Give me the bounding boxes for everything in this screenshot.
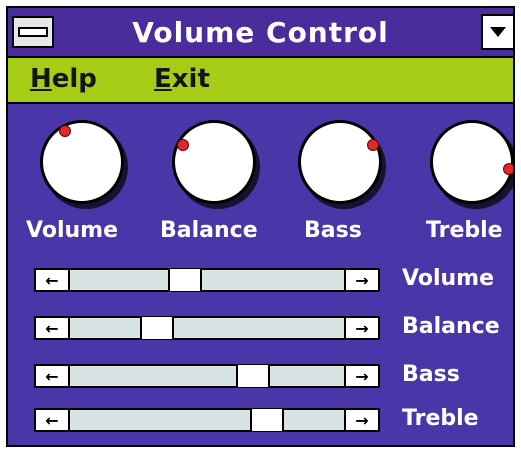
window-title: Volume Control bbox=[132, 16, 389, 49]
scroll-left-button[interactable]: ← bbox=[36, 366, 70, 386]
menu-help-label: elp bbox=[51, 64, 97, 94]
knob-dial bbox=[430, 120, 513, 204]
knob-indicator bbox=[503, 163, 513, 176]
slider-thumb[interactable] bbox=[235, 365, 270, 387]
right-arrow-icon: → bbox=[355, 270, 369, 290]
slider-track[interactable] bbox=[70, 365, 344, 387]
left-arrow-icon: ← bbox=[45, 270, 59, 290]
bass-slider[interactable]: ← → bbox=[34, 364, 380, 388]
balance-knob[interactable] bbox=[172, 120, 262, 210]
knob-label-balance: Balance bbox=[160, 218, 258, 243]
slider-label-balance: Balance bbox=[402, 314, 500, 339]
slider-track[interactable] bbox=[70, 317, 344, 339]
menu-exit-label: xit bbox=[171, 64, 210, 94]
treble-slider[interactable]: ← → bbox=[34, 408, 380, 432]
knob-indicator bbox=[58, 124, 71, 137]
scroll-left-button[interactable]: ← bbox=[36, 270, 70, 290]
slider-track[interactable] bbox=[70, 269, 344, 291]
system-menu-icon bbox=[18, 27, 48, 37]
left-arrow-icon: ← bbox=[45, 366, 59, 386]
minimize-icon bbox=[490, 27, 506, 37]
bass-knob[interactable] bbox=[298, 120, 388, 210]
menu-exit-mnemonic: E bbox=[154, 64, 172, 94]
menu-bar: Help Exit bbox=[8, 58, 513, 104]
balance-slider[interactable]: ← → bbox=[34, 316, 380, 340]
right-arrow-icon: → bbox=[355, 318, 369, 338]
knob-indicator bbox=[176, 138, 189, 151]
menu-help[interactable]: Help bbox=[30, 64, 97, 94]
slider-label-bass: Bass bbox=[402, 362, 460, 387]
left-arrow-icon: ← bbox=[45, 318, 59, 338]
title-bar[interactable]: Volume Control bbox=[8, 8, 513, 58]
knob-dial bbox=[40, 120, 124, 204]
knob-label-treble: Treble bbox=[426, 218, 503, 243]
knob-label-bass: Bass bbox=[304, 218, 362, 243]
slider-thumb[interactable] bbox=[250, 409, 284, 431]
volume-control-window: Volume Control Help Exit Volume Balance … bbox=[6, 6, 515, 447]
knob-dial bbox=[298, 120, 382, 204]
right-arrow-icon: → bbox=[355, 410, 369, 430]
scroll-right-button[interactable]: → bbox=[344, 318, 378, 338]
volume-knob[interactable] bbox=[40, 120, 130, 210]
volume-slider[interactable]: ← → bbox=[34, 268, 380, 292]
minimize-button[interactable] bbox=[481, 14, 513, 50]
scroll-right-button[interactable]: → bbox=[344, 410, 378, 430]
left-arrow-icon: ← bbox=[45, 410, 59, 430]
treble-knob[interactable] bbox=[430, 120, 513, 210]
scroll-right-button[interactable]: → bbox=[344, 366, 378, 386]
knob-dial bbox=[172, 120, 256, 204]
right-arrow-icon: → bbox=[355, 366, 369, 386]
slider-label-volume: Volume bbox=[402, 266, 494, 291]
scroll-left-button[interactable]: ← bbox=[36, 318, 70, 338]
slider-thumb[interactable] bbox=[139, 317, 174, 339]
menu-help-mnemonic: H bbox=[30, 64, 52, 94]
slider-track[interactable] bbox=[70, 409, 344, 431]
knob-indicator bbox=[367, 138, 380, 151]
scroll-right-button[interactable]: → bbox=[344, 270, 378, 290]
scroll-left-button[interactable]: ← bbox=[36, 410, 70, 430]
slider-label-treble: Treble bbox=[402, 406, 479, 431]
menu-exit[interactable]: Exit bbox=[154, 64, 210, 94]
slider-thumb[interactable] bbox=[168, 269, 203, 291]
knob-label-volume: Volume bbox=[26, 218, 118, 243]
system-menu-button[interactable] bbox=[12, 16, 54, 48]
